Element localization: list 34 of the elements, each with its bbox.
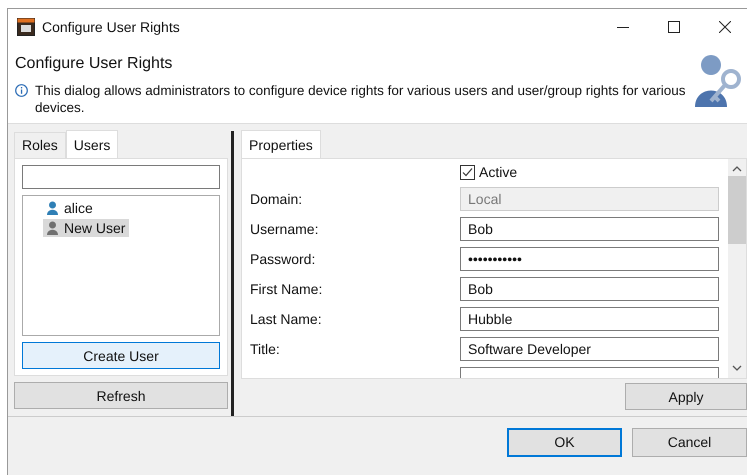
- maximize-icon[interactable]: [668, 21, 680, 33]
- active-checkbox[interactable]: [460, 164, 475, 180]
- user-list-item[interactable]: alice: [43, 199, 97, 217]
- text-field[interactable]: Hubble: [460, 307, 719, 331]
- cancel-button[interactable]: Cancel: [632, 428, 747, 456]
- text-field[interactable]: Bob: [460, 217, 719, 241]
- refresh-button[interactable]: Refresh: [14, 382, 228, 409]
- text-field[interactable]: Bob: [460, 277, 719, 301]
- user-list-item[interactable]: New User: [43, 219, 130, 237]
- tab[interactable]: Users: [66, 130, 118, 158]
- field-label: Password:: [250, 251, 316, 267]
- tab[interactable]: Properties: [241, 130, 321, 158]
- ok-button[interactable]: OK: [507, 428, 622, 456]
- scroll-up-icon[interactable]: [732, 165, 742, 172]
- field-label: Title:: [250, 341, 281, 357]
- text-field[interactable]: Software Developer: [460, 337, 719, 361]
- window-title: Configure User Rights: [42, 19, 180, 35]
- field-label: Domain:: [250, 191, 304, 207]
- scroll-down-icon[interactable]: [732, 365, 742, 372]
- scrollbar[interactable]: [728, 159, 746, 378]
- field-label: Username:: [250, 221, 320, 237]
- text-field[interactable]: •••••••••••: [460, 247, 719, 271]
- field-label: Last Name:: [250, 311, 323, 327]
- tab[interactable]: Roles: [14, 132, 66, 158]
- checkbox-label[interactable]: Active: [479, 164, 518, 180]
- app-icon: [17, 18, 35, 36]
- close-icon[interactable]: [719, 21, 731, 33]
- dialog-description: This dialog allows administrators to configure device rights for various users and user/group rights for various devices.: [35, 82, 687, 116]
- dialog-heading: Configure User Rights: [15, 55, 174, 73]
- field-label: First Name:: [250, 281, 324, 297]
- apply-button[interactable]: Apply: [625, 383, 747, 410]
- create-user-button[interactable]: Create User: [22, 342, 220, 369]
- search-field[interactable]: [22, 165, 220, 189]
- info-icon: [15, 84, 28, 97]
